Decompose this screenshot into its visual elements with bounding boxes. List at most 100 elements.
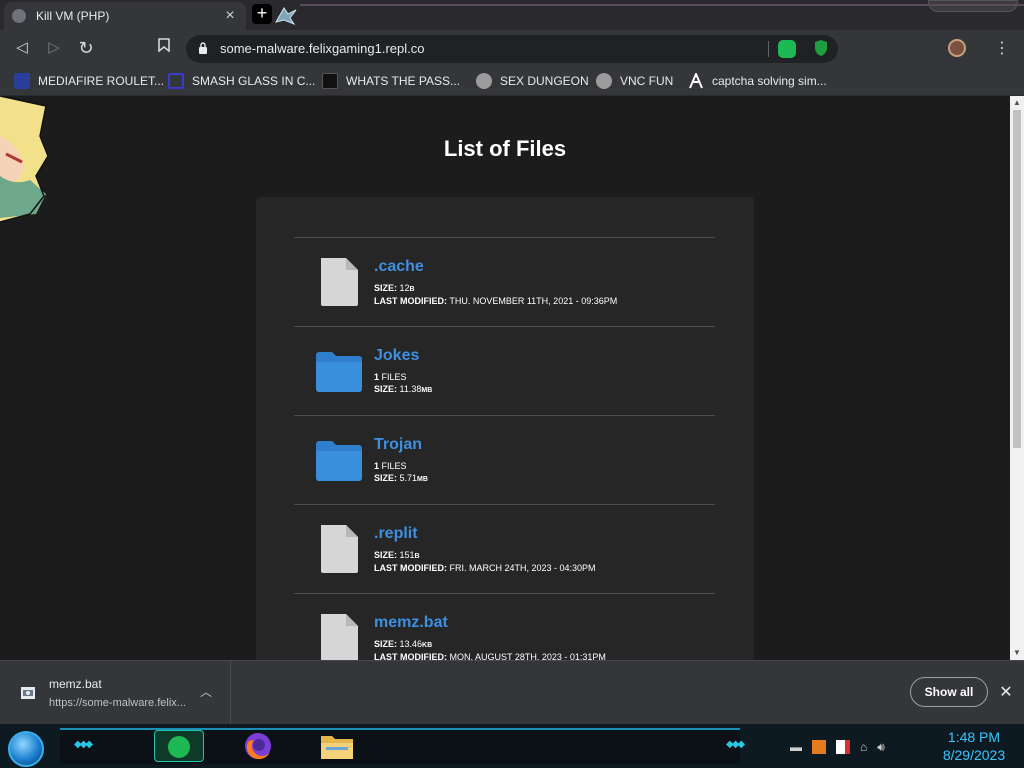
profile-avatar[interactable] xyxy=(948,39,966,57)
file-row[interactable]: .cache SIZE: 12B LAST MODIFIED: THU. NOV… xyxy=(294,237,715,326)
network-icon[interactable]: ⌂ xyxy=(860,740,867,754)
file-meta-line: SIZE: 13.46KB xyxy=(374,639,432,649)
taskbar-file-explorer-button[interactable] xyxy=(316,730,366,762)
scrollbar-thumb[interactable] xyxy=(1013,110,1021,448)
volume-icon[interactable]: 🔊︎ xyxy=(877,740,885,755)
meta-key: SIZE: xyxy=(374,384,398,394)
url-text[interactable]: some-malware.felixgaming1.repl.co xyxy=(220,41,424,56)
action-center-flag-icon[interactable] xyxy=(836,740,850,754)
tab-strip: Kill VM (PHP) × + xyxy=(0,0,1024,30)
bookmark-label: WHATS THE PASS... xyxy=(346,74,461,88)
meta-unit: B xyxy=(409,286,415,293)
meta-value: 13.46 xyxy=(397,639,423,649)
tray-app-icon[interactable] xyxy=(812,740,826,754)
forward-button[interactable]: ▷ xyxy=(44,38,64,58)
file-name-link[interactable]: .replit xyxy=(374,525,418,543)
meta-value: 12 xyxy=(397,283,410,293)
taskbar-firefox-button[interactable] xyxy=(236,730,286,762)
bookmark-outline-icon xyxy=(158,38,170,53)
folder-explorer-icon xyxy=(321,736,353,759)
file-row[interactable]: memz.bat SIZE: 13.46KB LAST MODIFIED: MO… xyxy=(294,593,715,660)
meta-key: SIZE: xyxy=(374,473,398,483)
screen: Kill VM (PHP) × + ◁ ▷ ↻ some-malware.fel… xyxy=(0,0,1024,768)
smash-glass-icon xyxy=(168,73,184,89)
file-row[interactable]: .replit SIZE: 151B LAST MODIFIED: FRI. M… xyxy=(294,504,715,593)
meta-value: FRI. MARCH 24TH, 2023 - 04:30PM xyxy=(447,563,596,573)
system-tray: ▬ ⌂ 🔊︎ xyxy=(790,736,895,758)
taskbar-clock[interactable]: 1:48 PM 8/29/2023 xyxy=(930,728,1018,764)
bookmark-label: captcha solving sim... xyxy=(712,74,827,88)
file-meta-line: LAST MODIFIED: THU. NOVEMBER 11TH, 2021 … xyxy=(374,296,617,306)
reload-button[interactable]: ↻ xyxy=(76,38,96,58)
address-bar[interactable]: some-malware.felixgaming1.repl.co xyxy=(186,35,838,63)
file-meta-line: SIZE: 5.71MB xyxy=(374,473,428,483)
meta-value: FILES xyxy=(379,372,407,382)
globe-icon xyxy=(12,9,26,23)
bookmark-mediafire[interactable]: MEDIAFIRE ROULET... xyxy=(14,71,164,91)
page-scrollbar[interactable]: ▲ ▼ xyxy=(1010,96,1024,660)
meta-unit: B xyxy=(414,553,420,560)
meta-value: 11.38 xyxy=(397,384,422,394)
taskbar: ◆◆◆ ◆◆◆ ▬ ⌂ 🔊︎ 1:48 PM 8/29/2023 xyxy=(0,724,1024,768)
meta-value: MON. AUGUST 28TH, 2023 - 01:31PM xyxy=(447,652,606,660)
folder-row[interactable]: Jokes 1 FILES SIZE: 11.38MB xyxy=(294,326,715,415)
download-chevron-up-icon[interactable]: ︿ xyxy=(200,683,212,700)
tab-close-button[interactable]: × xyxy=(222,7,238,25)
bookmark-whats-the-pass[interactable]: WHATS THE PASS... xyxy=(322,71,460,91)
back-button[interactable]: ◁ xyxy=(12,38,32,58)
decorative-chevrons-icon: ◆◆◆ xyxy=(726,739,745,750)
download-file-name: memz.bat xyxy=(49,677,102,691)
tray-expand-icon[interactable]: ▬ xyxy=(790,740,802,754)
meta-unit: KB xyxy=(422,642,433,649)
meta-key: LAST MODIFIED: xyxy=(374,652,447,660)
show-all-button[interactable]: Show all xyxy=(910,677,988,707)
page-title: List of Files xyxy=(443,136,567,161)
meta-unit: MB xyxy=(421,387,433,394)
folder-row[interactable]: Trojan 1 FILES SIZE: 5.71MB xyxy=(294,415,715,504)
close-downloads-button[interactable]: ✕ xyxy=(996,682,1016,702)
download-item[interactable]: memz.bat https://some-malware.felix... ︿ xyxy=(0,661,231,725)
scroll-up-arrow-icon[interactable]: ▲ xyxy=(1013,99,1021,107)
password-icon xyxy=(322,73,338,89)
bookmark-captcha[interactable]: captcha solving sim... xyxy=(688,71,827,91)
shield-extension-icon[interactable] xyxy=(814,39,828,57)
folder-icon xyxy=(316,352,362,392)
file-icon xyxy=(321,614,358,660)
tab-title: Kill VM (PHP) xyxy=(36,9,110,23)
meta-unit: MB xyxy=(417,476,428,483)
browser-menu-button[interactable]: ⋮ xyxy=(994,38,1010,58)
bookmark-label: MEDIAFIRE ROULET... xyxy=(38,74,165,88)
window-controls[interactable] xyxy=(928,0,1018,12)
file-list: .cache SIZE: 12B LAST MODIFIED: THU. NOV… xyxy=(294,237,715,660)
taskbar-spotify-button[interactable] xyxy=(154,730,204,762)
file-meta-line: 1 FILES xyxy=(374,461,407,471)
meta-value: THU. NOVEMBER 11TH, 2021 - 09:36PM xyxy=(447,296,618,306)
folder-name-link[interactable]: Jokes xyxy=(374,347,419,365)
meta-key: LAST MODIFIED: xyxy=(374,563,447,573)
clock-time: 1:48 PM xyxy=(947,729,1001,745)
folder-name-link[interactable]: Trojan xyxy=(374,436,422,454)
spotify-extension-icon[interactable] xyxy=(778,40,796,58)
meta-key: SIZE: xyxy=(374,283,398,293)
meta-key: SIZE: xyxy=(374,639,398,649)
spotify-icon xyxy=(168,736,190,758)
meta-value: 151 xyxy=(397,550,415,560)
file-name-link[interactable]: .cache xyxy=(374,258,424,276)
browser-tab[interactable]: Kill VM (PHP) × xyxy=(4,2,246,30)
downloads-bar: memz.bat https://some-malware.felix... ︿… xyxy=(0,660,1024,725)
folder-icon xyxy=(316,441,362,481)
file-name-link[interactable]: memz.bat xyxy=(374,614,448,632)
start-orb-button[interactable] xyxy=(8,731,44,767)
file-icon xyxy=(321,258,358,306)
lock-icon xyxy=(199,42,207,54)
new-tab-button[interactable]: + xyxy=(252,4,272,24)
scroll-down-arrow-icon[interactable]: ▼ xyxy=(1013,649,1021,657)
bookmark-icon[interactable] xyxy=(154,38,174,58)
meta-value: FILES xyxy=(379,461,407,471)
bookmark-smash-glass[interactable]: SMASH GLASS IN C... xyxy=(168,71,315,91)
captcha-icon xyxy=(689,73,703,89)
bookmark-vnc-fun[interactable]: VNC FUN xyxy=(596,71,673,91)
bookmark-label: SEX DUNGEON xyxy=(500,74,589,88)
meta-key: LAST MODIFIED: xyxy=(374,296,447,306)
bookmark-dungeon[interactable]: SEX DUNGEON xyxy=(476,71,589,91)
